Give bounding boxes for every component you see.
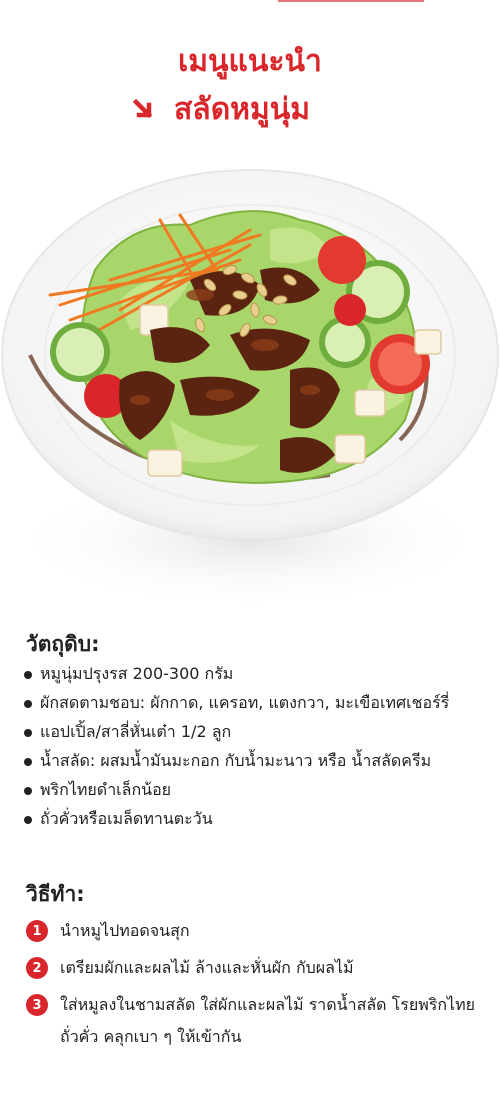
list-item: ถั่วคั่วหรือเมล็ดทานตะวัน [24, 805, 494, 834]
ingredients-title: วัตถุดิบ: [26, 632, 100, 656]
step-number-badge: 1 [26, 920, 48, 942]
step-item: 1 นำหมูไปทอดจนสุก [26, 918, 496, 947]
bullet-icon [24, 815, 32, 824]
list-item: แอปเปิ้ล/สาลี่หั่นเต๋า 1/2 ลูก [24, 718, 494, 747]
list-item: หมูนุ่มปรุงรส 200-300 กรัม [24, 660, 494, 689]
bullet-icon [24, 699, 32, 708]
step-number-badge: 3 [26, 994, 48, 1016]
step-text: นำหมูไปทอดจนสุก [60, 921, 190, 940]
step-item: 3 ใส่หมูลงในชามสลัด ใส่ผักและผลไม้ ราดน้… [26, 992, 496, 1053]
method-title: วิธีทำ: [26, 882, 85, 906]
step-text: ใส่หมูลงในชามสลัด ใส่ผักและผลไม้ ราดน้ำส… [60, 995, 475, 1046]
step-number-badge: 2 [26, 957, 48, 979]
method-steps: 1 นำหมูไปทอดจนสุก 2 เตรียมผักและผลไม้ ล้… [26, 918, 496, 1061]
bullet-icon [24, 757, 32, 766]
step-text: เตรียมผักและผลไม้ ล้างและหั่นผัก กับผลไม… [60, 958, 354, 977]
list-item: น้ำสลัด: ผสมน้ำมันมะกอก กับน้ำมะนาว หรือ… [24, 747, 494, 776]
arrow-down-right-icon [132, 98, 153, 119]
list-item: ผักสดตามชอบ: ผักกาด, แครอท, แตงกวา, มะเข… [24, 689, 494, 718]
bullet-icon [24, 786, 32, 795]
step-item: 2 เตรียมผักและผลไม้ ล้างและหั่นผัก กับผล… [26, 955, 496, 984]
list-item: พริกไทยดำเล็กน้อย [24, 776, 494, 805]
header-title-line1: เมนูแนะนำ [178, 44, 322, 79]
bullet-icon [24, 670, 32, 679]
top-divider [278, 0, 424, 2]
salad-plate-image [1, 169, 499, 610]
ingredients-list: หมูนุ่มปรุงรส 200-300 กรัม ผักสดตามชอบ: … [24, 660, 494, 834]
bullet-icon [24, 728, 32, 737]
